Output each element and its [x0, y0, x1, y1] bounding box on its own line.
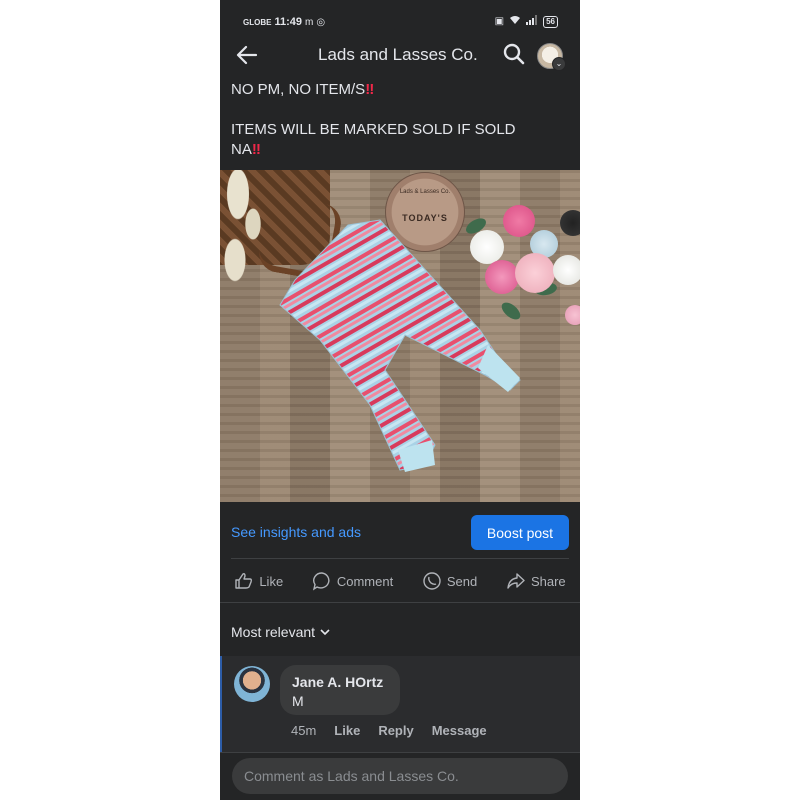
caption-text-2: ITEMS WILL BE MARKED SOLD IF SOLD [231, 121, 516, 138]
messenger-icon: m [304, 16, 314, 28]
battery-indicator: 56 [543, 15, 558, 28]
like-button[interactable]: Like [234, 571, 283, 591]
comment-time: 45m [291, 723, 317, 738]
app-header: Lads and Lasses Co. ⌄ [220, 36, 580, 76]
share-label: Share [530, 573, 566, 589]
mute-icon: ▣ [494, 16, 505, 27]
chevron-down-icon: ⌄ [552, 57, 566, 71]
comment-author[interactable]: Jane A. HOrtz [292, 674, 383, 690]
carrier-label: GLOBE [243, 17, 272, 27]
signal-icon [526, 15, 538, 28]
clock: 11:49 [274, 16, 302, 28]
comment-bubble[interactable]: Jane A. HOrtz M [280, 665, 400, 715]
status-bar: GLOBE 11:49 m ◎ ▣ 56 [220, 8, 580, 36]
comment-sort-dropdown[interactable]: Most relevant [231, 624, 331, 640]
comment-composer [220, 752, 580, 800]
comment-item: Jane A. HOrtz M 45m Like Reply Message [220, 656, 580, 752]
send-label: Send [446, 573, 478, 589]
chevron-down-icon [320, 629, 330, 636]
back-button[interactable] [234, 42, 260, 68]
divider [231, 558, 569, 559]
double-exclamation-icon: ‼ [251, 141, 261, 158]
wifi-icon [509, 15, 521, 28]
comment-message-button[interactable]: Message [432, 723, 487, 738]
comment-button[interactable]: Comment [312, 571, 393, 591]
search-icon [503, 43, 525, 65]
avatar[interactable] [234, 666, 270, 702]
like-label: Like [259, 573, 284, 589]
phone-screen: GLOBE 11:49 m ◎ ▣ 56 Lads and Lasses Co. [220, 0, 580, 800]
comment-text: M [292, 693, 304, 709]
thumbs-up-icon [235, 573, 253, 589]
search-button[interactable] [502, 42, 526, 66]
caption-line: ITEMS WILL BE MARKED SOLD IF SOLD NA‼ [231, 120, 561, 160]
arrow-left-icon [236, 45, 258, 65]
caption-line: NO PM, NO ITEM/S‼ [231, 80, 561, 100]
double-exclamation-icon: ‼ [365, 81, 374, 98]
comment-meta: 45m Like Reply Message [291, 723, 487, 738]
share-button[interactable]: Share [506, 571, 566, 591]
send-button[interactable]: Send [422, 571, 477, 591]
speech-bubble-icon [312, 572, 330, 591]
comment-label: Comment [336, 573, 394, 589]
comment-like-button[interactable]: Like [334, 723, 360, 738]
whatsapp-icon [423, 572, 441, 590]
sort-label: Most relevant [231, 624, 316, 640]
sync-icon: ◎ [316, 16, 326, 28]
caption-text-3: NA [231, 141, 252, 158]
post-caption: NO PM, NO ITEM/S‼ ITEMS WILL BE MARKED S… [231, 80, 561, 180]
profile-switcher-avatar[interactable]: ⌄ [537, 43, 566, 71]
post-actions: Like Comment Send Share [220, 566, 580, 596]
boost-post-button[interactable]: Boost post [471, 515, 569, 550]
comment-input[interactable] [232, 758, 568, 794]
comment-reply-button[interactable]: Reply [378, 723, 413, 738]
post-photo[interactable]: Lads & Lasses Co. TODAY'S [220, 170, 580, 502]
caption-text-1: NO PM, NO ITEM/S [231, 81, 366, 98]
striped-leggings [279, 219, 521, 472]
divider [220, 602, 580, 603]
page-title: Lads and Lasses Co. [318, 45, 478, 64]
share-arrow-icon [507, 573, 525, 589]
see-insights-link[interactable]: See insights and ads [231, 524, 361, 540]
